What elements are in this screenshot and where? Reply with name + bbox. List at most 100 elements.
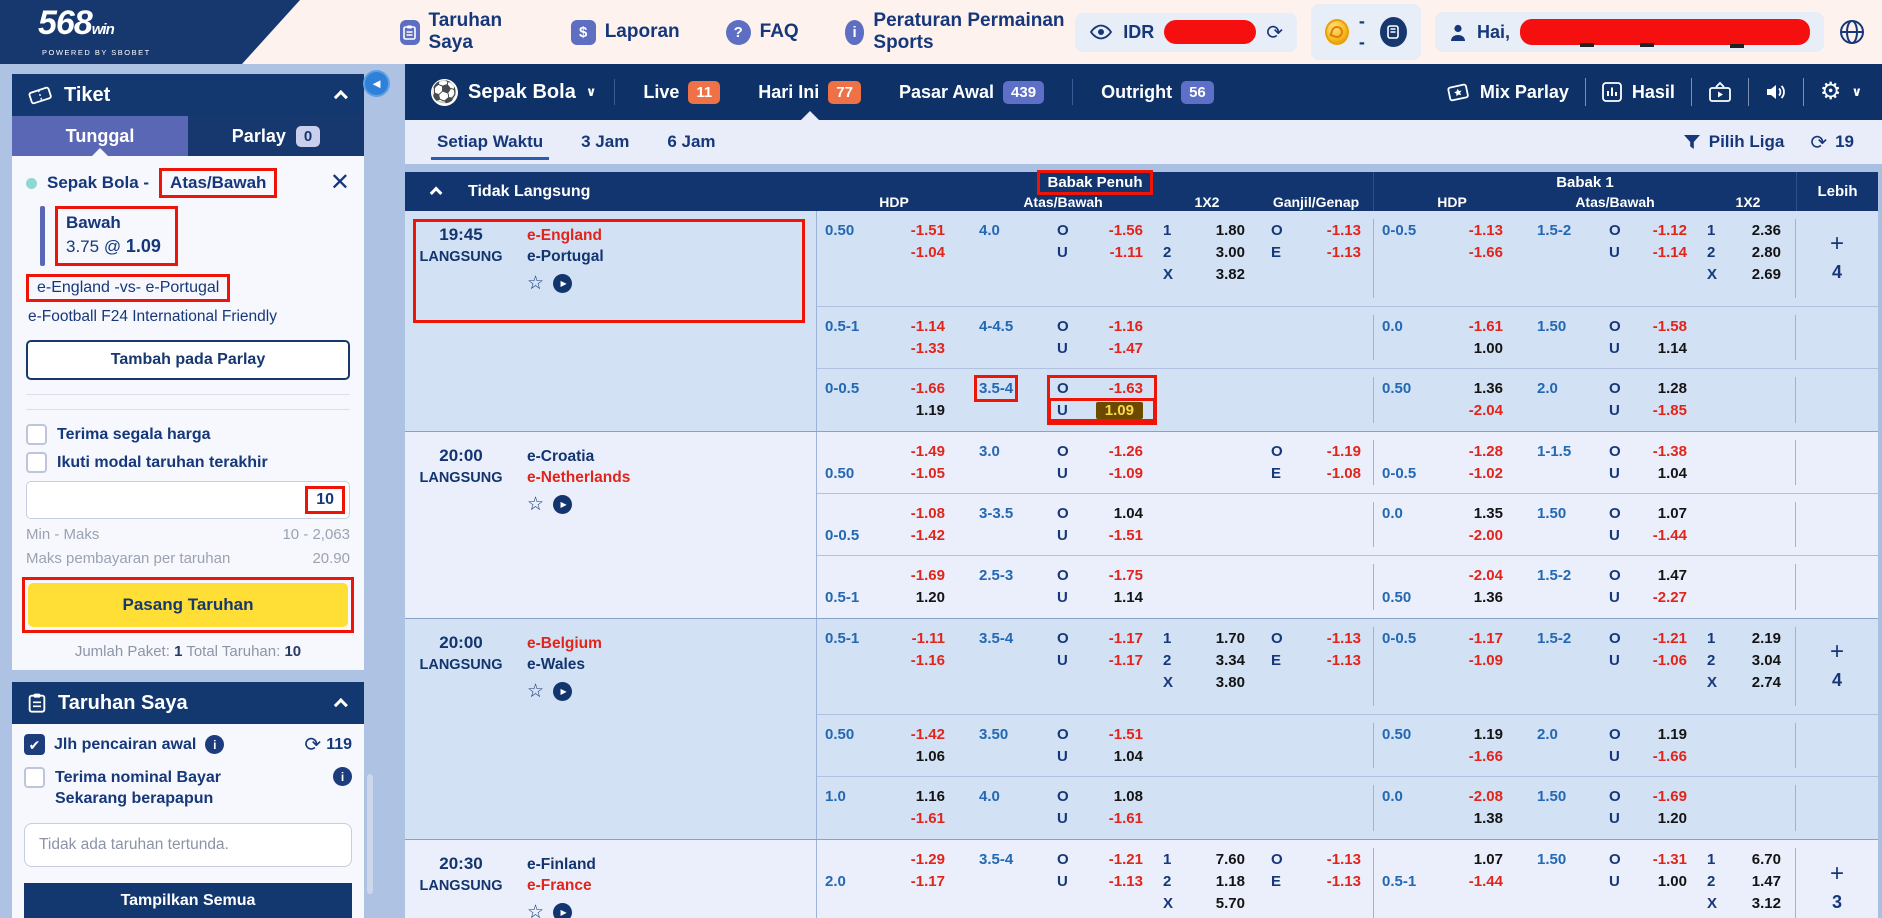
- odds-price[interactable]: -1.31: [1653, 851, 1687, 868]
- results-button[interactable]: Hasil: [1602, 82, 1675, 103]
- odds-price[interactable]: 1.18: [1216, 873, 1245, 890]
- odds-price[interactable]: 3.04: [1752, 652, 1781, 669]
- odds-price[interactable]: 1.19: [1474, 726, 1503, 743]
- odds-price[interactable]: -2.04: [1469, 567, 1503, 584]
- odds-price[interactable]: 2.69: [1752, 266, 1781, 283]
- close-icon[interactable]: ✕: [330, 173, 350, 193]
- match-info[interactable]: 20:00LANGSUNGe-Croatiae-Netherlands☆▶: [405, 432, 817, 618]
- odds-price[interactable]: 1.00: [1474, 340, 1503, 357]
- filter-setiap-waktu[interactable]: Setiap Waktu: [435, 120, 545, 164]
- odds-price[interactable]: 7.60: [1216, 851, 1245, 868]
- odds-price[interactable]: -1.13: [1327, 851, 1361, 868]
- odds-price[interactable]: 1.19: [916, 402, 945, 419]
- odds-price[interactable]: -1.38: [1653, 443, 1687, 460]
- tab-hari-ini[interactable]: Hari Ini77: [748, 64, 871, 120]
- menu-item-faq[interactable]: ? FAQ: [726, 20, 799, 45]
- odds-price[interactable]: -1.13: [1327, 652, 1361, 669]
- settings-button[interactable]: ⚙∨: [1820, 80, 1862, 104]
- more-bets-cell[interactable]: +3: [1795, 848, 1878, 918]
- match-info[interactable]: 20:30LANGSUNGe-Finlande-France☆▶: [405, 840, 817, 918]
- odds-price[interactable]: -1.13: [1327, 873, 1361, 890]
- refresh-events-button[interactable]: ⟳19: [1810, 130, 1854, 155]
- odds-price[interactable]: -2.04: [1469, 402, 1503, 419]
- odds-price[interactable]: -1.61: [1469, 318, 1503, 335]
- odds-price[interactable]: -1.13: [1327, 222, 1361, 239]
- stake-input[interactable]: 10: [26, 481, 350, 519]
- odds-price[interactable]: 2.74: [1752, 674, 1781, 691]
- odds-price[interactable]: 1.09: [1096, 402, 1143, 419]
- odds-price[interactable]: -1.06: [1653, 652, 1687, 669]
- odds-price[interactable]: -1.21: [1109, 851, 1143, 868]
- odds-price[interactable]: -1.08: [911, 505, 945, 522]
- odds-price[interactable]: -1.66: [1469, 244, 1503, 261]
- odds-price[interactable]: -1.66: [911, 380, 945, 397]
- odds-price[interactable]: -1.63: [1109, 380, 1143, 397]
- mix-parlay-button[interactable]: Mix Parlay: [1446, 81, 1569, 103]
- follow-last-stake-row[interactable]: Ikuti modal taruhan terakhir: [26, 452, 350, 473]
- odds-price[interactable]: 3.80: [1216, 674, 1245, 691]
- odds-price[interactable]: -1.28: [1469, 443, 1503, 460]
- tab-tunggal[interactable]: Tunggal: [12, 116, 188, 156]
- odds-price[interactable]: -2.00: [1469, 527, 1503, 544]
- odds-price[interactable]: 1.00: [1658, 873, 1687, 890]
- odds-price[interactable]: -1.02: [1469, 465, 1503, 482]
- favorite-star-icon[interactable]: ☆: [527, 680, 544, 703]
- odds-price[interactable]: -1.08: [1327, 465, 1361, 482]
- odds-price[interactable]: 1.28: [1658, 380, 1687, 397]
- odds-price[interactable]: -2.27: [1653, 589, 1687, 606]
- odds-price[interactable]: 1.47: [1658, 567, 1687, 584]
- more-bets-cell[interactable]: +4: [1795, 627, 1878, 706]
- favorite-star-icon[interactable]: ☆: [527, 901, 544, 918]
- odds-price[interactable]: 3.82: [1216, 266, 1245, 283]
- odds-price[interactable]: 3.34: [1216, 652, 1245, 669]
- odds-price[interactable]: 6.70: [1752, 851, 1781, 868]
- match-info[interactable]: 19:45LANGSUNGe-Englande-Portugal☆▶: [405, 211, 817, 431]
- odds-price[interactable]: 1.14: [1658, 340, 1687, 357]
- more-bets-cell[interactable]: +4: [1795, 219, 1878, 298]
- info-icon[interactable]: i: [333, 767, 352, 786]
- odds-price[interactable]: -1.17: [1109, 652, 1143, 669]
- odds-price[interactable]: 1.08: [1114, 788, 1143, 805]
- odds-price[interactable]: 1.04: [1114, 505, 1143, 522]
- odds-price[interactable]: -1.13: [1109, 873, 1143, 890]
- tab-parlay[interactable]: Parlay0: [188, 116, 364, 156]
- odds-price[interactable]: 1.04: [1658, 465, 1687, 482]
- odds-price[interactable]: -1.11: [912, 630, 945, 647]
- odds-price[interactable]: -1.47: [1109, 340, 1143, 357]
- odds-price[interactable]: -1.51: [1109, 726, 1143, 743]
- odds-price[interactable]: -1.16: [1109, 318, 1143, 335]
- odds-price[interactable]: 1.14: [1114, 589, 1143, 606]
- odds-price[interactable]: -1.61: [911, 810, 945, 827]
- odds-price[interactable]: -1.14: [1653, 244, 1687, 261]
- odds-price[interactable]: 1.36: [1474, 380, 1503, 397]
- odds-price[interactable]: 1.19: [1658, 726, 1687, 743]
- eye-icon[interactable]: [1089, 23, 1113, 41]
- odds-price[interactable]: -1.09: [1109, 465, 1143, 482]
- odds-price[interactable]: 2.36: [1752, 222, 1781, 239]
- odds-price[interactable]: 3.00: [1216, 244, 1245, 261]
- match-info[interactable]: 20:00LANGSUNGe-Belgiume-Wales☆▶: [405, 619, 817, 839]
- odds-price[interactable]: -1.85: [1653, 402, 1687, 419]
- my-bets-header[interactable]: Taruhan Saya: [12, 682, 364, 724]
- odds-price[interactable]: -1.29: [911, 851, 945, 868]
- odds-price[interactable]: -1.17: [1109, 630, 1143, 647]
- odds-price[interactable]: -1.04: [911, 244, 945, 261]
- odds-price[interactable]: 1.06: [916, 748, 945, 765]
- odds-price[interactable]: -1.66: [1653, 748, 1687, 765]
- menu-item-peraturan[interactable]: i Peraturan Permainan Sports: [845, 10, 1076, 54]
- play-stream-icon[interactable]: ▶: [553, 274, 572, 293]
- odds-price[interactable]: -1.26: [1109, 443, 1143, 460]
- add-parlay-button[interactable]: Tambah pada Parlay: [26, 340, 350, 380]
- greeting-pill[interactable]: Hai,: [1435, 12, 1824, 52]
- menu-item-taruhan-saya[interactable]: Taruhan Saya: [400, 10, 525, 54]
- coin-icon[interactable]: [1325, 19, 1349, 45]
- odds-price[interactable]: 1.07: [1474, 851, 1503, 868]
- globe-icon[interactable]: [1838, 18, 1866, 46]
- odds-price[interactable]: -1.13: [1327, 244, 1361, 261]
- odds-price[interactable]: -1.05: [911, 465, 945, 482]
- odds-price[interactable]: -1.12: [1653, 222, 1687, 239]
- odds-price[interactable]: 1.47: [1752, 873, 1781, 890]
- odds-price[interactable]: -1.33: [911, 340, 945, 357]
- odds-price[interactable]: -1.56: [1109, 222, 1143, 239]
- accept-any-odds-row[interactable]: Terima segala harga: [26, 424, 350, 445]
